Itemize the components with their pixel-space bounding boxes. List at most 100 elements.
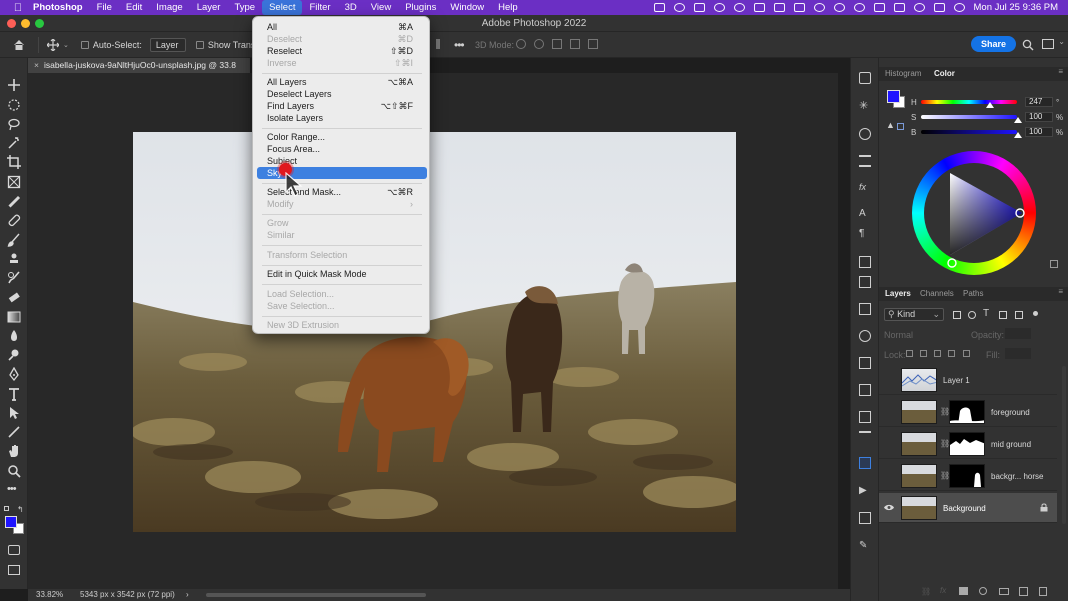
- 3d-orbit-icon[interactable]: [516, 39, 526, 49]
- layer-name[interactable]: backgr... horse: [991, 472, 1043, 481]
- saturation-value-field[interactable]: 100: [1025, 112, 1053, 122]
- tab-channels[interactable]: Channels: [920, 287, 954, 301]
- delete-layer-icon[interactable]: [1039, 587, 1047, 596]
- menu-item-modify[interactable]: Modify ›: [257, 198, 427, 210]
- properties-icon[interactable]: [859, 303, 871, 315]
- menu-item-new-3d-extrusion[interactable]: New 3D Extrusion: [257, 319, 427, 331]
- edit-toolbar-icon[interactable]: •••: [7, 484, 21, 499]
- saturation-slider-thumb[interactable]: [1014, 117, 1022, 123]
- auto-select-dropdown[interactable]: Layer: [149, 37, 186, 52]
- foreground-color-swatch[interactable]: [5, 516, 17, 528]
- screen-record-icon[interactable]: [653, 3, 665, 12]
- history-brush-tool-icon[interactable]: [7, 271, 21, 285]
- filter-smart-object-icon[interactable]: [1015, 311, 1023, 319]
- sync-icon[interactable]: [713, 3, 725, 12]
- link-layers-icon[interactable]: ⛓: [921, 587, 931, 596]
- align-icon[interactable]: [436, 39, 440, 49]
- brightness-value-field[interactable]: 100: [1025, 127, 1053, 137]
- history-icon[interactable]: [859, 512, 871, 524]
- layer-visibility-toggle[interactable]: [885, 440, 894, 447]
- dropbox-icon[interactable]: [693, 3, 705, 12]
- panel-menu-icon[interactable]: ≡: [1058, 67, 1063, 76]
- hue-slider[interactable]: [921, 100, 1017, 104]
- tab-color[interactable]: Color: [934, 67, 955, 81]
- menu-app-name[interactable]: Photoshop: [26, 0, 90, 15]
- libraries-icon[interactable]: [859, 256, 871, 268]
- filter-type-icon[interactable]: T: [983, 308, 989, 319]
- fill-field[interactable]: [1005, 348, 1031, 359]
- auto-select-checkbox[interactable]: [80, 40, 89, 49]
- filter-toggle-icon[interactable]: [1033, 311, 1038, 316]
- clone-stamp-tool-icon[interactable]: [7, 252, 21, 266]
- menu-item-quick-mask[interactable]: Edit in Quick Mask Mode: [257, 268, 427, 280]
- menu-item-load-selection[interactable]: Load Selection...: [257, 288, 427, 300]
- zoom-tool-icon[interactable]: [7, 464, 21, 478]
- layer-name[interactable]: Background: [943, 504, 986, 513]
- info-icon[interactable]: [859, 128, 871, 140]
- menu-layer[interactable]: Layer: [190, 0, 228, 15]
- battery-icon[interactable]: [893, 3, 905, 12]
- eyedropper-tool-icon[interactable]: [7, 194, 21, 208]
- add-mask-icon[interactable]: [959, 587, 968, 595]
- blend-mode-dropdown[interactable]: Normal: [884, 330, 964, 342]
- brightness-slider-thumb[interactable]: [1014, 132, 1022, 138]
- menu-window[interactable]: Window: [443, 0, 491, 15]
- menu-item-save-selection[interactable]: Save Selection...: [257, 300, 427, 312]
- character-icon[interactable]: A: [859, 208, 871, 220]
- quick-mask-icon[interactable]: [8, 545, 20, 555]
- notes-icon[interactable]: [859, 276, 871, 288]
- patterns-icon[interactable]: [859, 384, 871, 396]
- eraser-tool-icon[interactable]: [7, 290, 21, 304]
- path-selection-tool-icon[interactable]: [7, 406, 21, 420]
- menubar-clock[interactable]: Mon Jul 25 9:36 PM: [974, 2, 1059, 13]
- gradients-icon[interactable]: [859, 411, 871, 423]
- lasso-tool-icon[interactable]: [7, 117, 21, 131]
- bluetooth-icon[interactable]: [813, 3, 825, 12]
- keyboard-icon[interactable]: [873, 3, 885, 12]
- healing-brush-tool-icon[interactable]: [7, 213, 21, 227]
- layer-mask-thumbnail[interactable]: [949, 464, 985, 488]
- wifi-icon[interactable]: [833, 3, 845, 12]
- frame-tool-icon[interactable]: [7, 175, 21, 189]
- menu-item-all-layers[interactable]: All Layers ⌥⌘A: [257, 76, 427, 88]
- lock-all-icon[interactable]: [963, 350, 970, 357]
- filter-shape-icon[interactable]: [999, 311, 1007, 319]
- layer-row[interactable]: ⛓ mid ground: [879, 429, 1057, 459]
- filter-pixel-icon[interactable]: [953, 311, 961, 319]
- apple-icon[interactable]: : [10, 2, 26, 14]
- 3d-pan-icon[interactable]: [552, 39, 562, 49]
- menu-item-focus-area[interactable]: Focus Area...: [257, 143, 427, 155]
- menu-select[interactable]: Select: [262, 0, 303, 15]
- layer-name[interactable]: mid ground: [991, 440, 1031, 449]
- menu-item-reselect[interactable]: Reselect ⇧⌘D: [257, 45, 427, 57]
- status-menu-arrow-icon[interactable]: ›: [186, 589, 189, 601]
- gradient-tool-icon[interactable]: [7, 310, 21, 324]
- layers-scrollbar[interactable]: [1062, 366, 1066, 524]
- saturation-slider[interactable]: [921, 115, 1017, 119]
- layers-panel-menu-icon[interactable]: ≡: [1058, 287, 1063, 296]
- dodge-tool-icon[interactable]: [7, 348, 21, 362]
- layer-row[interactable]: ⛓ backgr... horse: [879, 461, 1057, 491]
- menu-image[interactable]: Image: [149, 0, 189, 15]
- crop-tool-icon[interactable]: [7, 155, 21, 169]
- brightness-slider[interactable]: [921, 130, 1017, 134]
- show-transform-checkbox[interactable]: [195, 40, 204, 49]
- layer-mask-thumbnail[interactable]: [949, 432, 985, 456]
- menu-item-color-range[interactable]: Color Range...: [257, 131, 427, 143]
- layer-visibility-toggle[interactable]: [885, 376, 894, 383]
- search-icon[interactable]: [1022, 39, 1034, 51]
- new-group-icon[interactable]: [999, 588, 1009, 595]
- color-wheel[interactable]: [912, 151, 1036, 275]
- type-tool-icon[interactable]: [7, 387, 21, 401]
- blur-tool-icon[interactable]: [7, 329, 21, 343]
- layers-panel-icon[interactable]: [859, 457, 871, 469]
- zoom-level[interactable]: 33.82%: [36, 589, 63, 601]
- line-tool-icon[interactable]: [7, 425, 21, 439]
- menu-item-isolate-layers[interactable]: Isolate Layers: [257, 112, 427, 124]
- swatches-icon[interactable]: [859, 357, 871, 369]
- channels-mixer-icon[interactable]: [859, 431, 871, 443]
- layer-visibility-toggle[interactable]: [885, 472, 894, 479]
- menu-item-similar[interactable]: Similar: [257, 229, 427, 241]
- eye-icon[interactable]: [884, 504, 894, 511]
- menu-item-deselect-layers[interactable]: Deselect Layers: [257, 88, 427, 100]
